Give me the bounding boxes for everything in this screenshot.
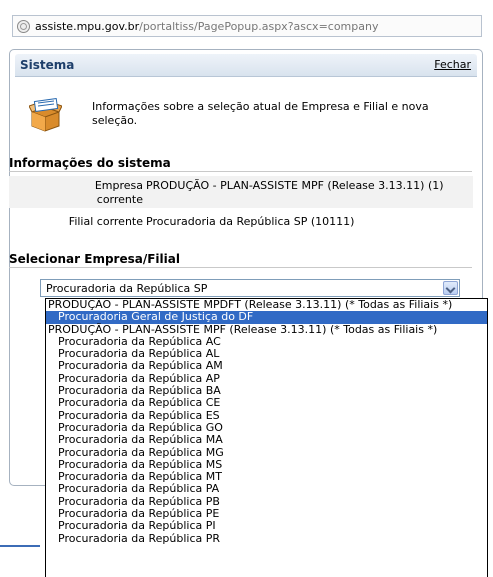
selected-value: Procuradoria da República SP <box>46 282 208 295</box>
dialog-title: Sistema <box>20 58 75 72</box>
dropdown-option[interactable]: Procuradoria Geral de Justiça do DF <box>46 310 487 324</box>
select-heading: Selecionar Empresa/Filial <box>9 252 180 266</box>
filial-value: Procuradoria da República SP (10111) <box>146 215 355 228</box>
company-select[interactable]: Procuradoria da República SP <box>40 279 460 297</box>
dropdown-option[interactable]: Procuradoria da República CE <box>46 397 487 410</box>
dropdown-option[interactable]: Procuradoria da República PA <box>46 483 487 496</box>
info-text: Informações sobre a seleção atual de Emp… <box>92 100 429 127</box>
page-icon <box>17 19 30 33</box>
chevron-down-icon[interactable] <box>443 281 458 295</box>
filial-row: Filial corrente Procuradoria da Repúblic… <box>9 213 473 231</box>
address-bar-area: assiste.mpu.gov.br/portaltiss/PagePopup.… <box>0 0 493 38</box>
url-host: assiste.mpu.gov.br <box>35 19 140 33</box>
close-link[interactable]: Fechar <box>434 58 471 71</box>
dropdown-option[interactable]: Procuradoria da República PR <box>46 532 487 545</box>
divider <box>9 171 472 172</box>
dropdown-option[interactable]: Procuradoria da República AM <box>46 360 487 373</box>
empresa-value: PRODUÇÃO - PLAN-ASSISTE MPF (Release 3.1… <box>146 179 444 192</box>
dropdown-option[interactable]: Procuradoria da República PI <box>46 520 487 533</box>
filial-label: Filial corrente <box>68 215 143 228</box>
divider <box>9 267 472 268</box>
system-info-heading: Informações do sistema <box>9 156 171 170</box>
box-icon <box>29 98 62 132</box>
empresa-row: Empresa corrente PRODUÇÃO - PLAN-ASSISTE… <box>9 176 473 208</box>
empresa-label: Empresa corrente <box>94 179 143 206</box>
taskbar-strip <box>0 545 40 547</box>
dialog-header: Sistema Fechar <box>15 54 477 77</box>
address-bar[interactable]: assiste.mpu.gov.br/portaltiss/PagePopup.… <box>12 15 482 37</box>
dropdown-option[interactable]: Procuradoria da República MA <box>46 433 487 446</box>
url-path: /portaltiss/PagePopup.aspx?ascx=company <box>139 19 379 33</box>
dropdown-list[interactable]: PRODUÇÃO - PLAN-ASSISTE MPDFT (Release 3… <box>45 298 488 577</box>
dropdown-option[interactable]: Procuradoria da República MG <box>46 446 487 459</box>
